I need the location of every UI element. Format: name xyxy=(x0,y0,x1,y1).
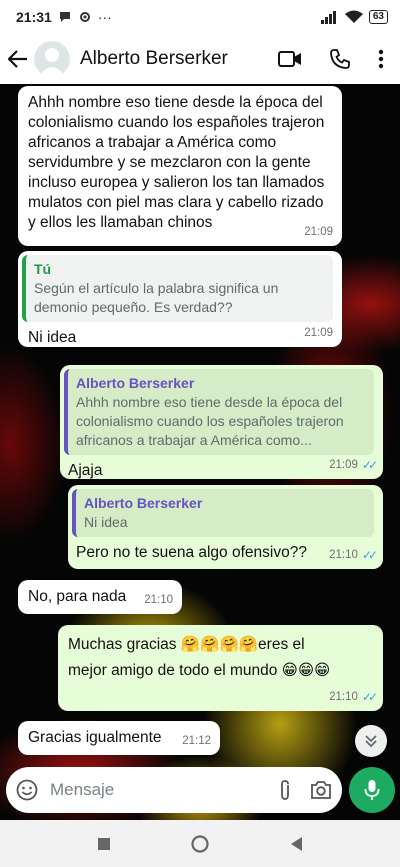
mic-icon xyxy=(364,780,380,800)
notification-icons: ··· xyxy=(58,9,112,25)
message-time: 21:12 xyxy=(182,735,211,747)
quote-text: Ni idea xyxy=(84,514,128,530)
recents-icon[interactable] xyxy=(97,837,111,851)
status-bar: 21:31 ··· 63 xyxy=(0,0,400,34)
paperclip-icon[interactable] xyxy=(278,779,292,801)
message-time: 21:09 xyxy=(329,459,358,471)
message-incoming[interactable]: No, para nada 21:10 xyxy=(18,580,182,614)
default-avatar-icon xyxy=(39,48,65,77)
back-button[interactable] xyxy=(6,47,30,71)
message-time: 21:09 xyxy=(304,226,333,238)
home-icon[interactable] xyxy=(191,834,209,853)
message-text: Muchas gracias 🤗🤗🤗🤗eres el mejor amigo d… xyxy=(68,636,331,679)
system-nav-bar xyxy=(0,820,400,867)
scroll-to-bottom-button[interactable] xyxy=(355,725,387,757)
voice-message-button[interactable] xyxy=(349,767,395,813)
chevron-double-down-icon xyxy=(365,735,377,748)
avatar[interactable] xyxy=(34,41,70,77)
quoted-message[interactable]: Tú Según el artículo la palabra signific… xyxy=(22,255,333,322)
message-time: 21:10 xyxy=(329,549,358,561)
chat-area[interactable]: Ahhh nombre eso tiene desde la época del… xyxy=(0,84,400,820)
arrow-left-icon xyxy=(8,50,27,68)
message-time: 21:10 xyxy=(329,691,358,703)
battery-indicator: 63 xyxy=(368,10,388,24)
status-time: 21:31 xyxy=(16,9,52,25)
message-outgoing[interactable]: Alberto Berserker Ni idea Pero no te sue… xyxy=(68,485,383,569)
message-input-bar[interactable]: Mensaje xyxy=(6,767,342,813)
contact-name[interactable]: Alberto Berserker xyxy=(80,48,228,70)
signal-icon xyxy=(320,10,336,24)
back-nav-icon[interactable] xyxy=(289,836,303,852)
message-input[interactable]: Mensaje xyxy=(50,780,278,800)
message-incoming[interactable]: Ahhh nombre eso tiene desde la época del… xyxy=(18,86,342,246)
message-time: 21:10 xyxy=(144,594,173,606)
quoted-message[interactable]: Alberto Berserker Ni idea xyxy=(72,489,374,537)
phone-icon[interactable] xyxy=(330,49,350,69)
chat-notification-icon xyxy=(59,12,70,22)
message-text: Ahhh nombre eso tiene desde la época del… xyxy=(28,94,325,231)
chat-header: Alberto Berserker xyxy=(0,34,400,84)
emoji-icon[interactable] xyxy=(16,779,38,801)
video-call-icon[interactable] xyxy=(278,50,302,68)
quote-author: Alberto Berserker xyxy=(76,375,195,391)
more-vert-icon[interactable] xyxy=(378,49,384,69)
read-ticks-icon: ✓✓ xyxy=(361,690,378,704)
message-time: 21:09 xyxy=(304,327,333,339)
read-ticks-icon: ✓✓ xyxy=(361,458,378,472)
message-incoming[interactable]: Gracias igualmente 21:12 xyxy=(18,721,220,755)
message-text: Ni idea xyxy=(28,329,77,346)
message-outgoing[interactable]: Alberto Berserker Ahhh nombre eso tiene … xyxy=(60,365,383,479)
message-incoming[interactable]: Tú Según el artículo la palabra signific… xyxy=(18,251,342,347)
message-outgoing[interactable]: Muchas gracias 🤗🤗🤗🤗eres el mejor amigo d… xyxy=(58,625,383,711)
camera-icon[interactable] xyxy=(310,781,332,799)
quote-author: Tú xyxy=(34,261,52,277)
wifi-icon xyxy=(344,10,363,23)
quote-text: Ahhh nombre eso tiene desde la época del… xyxy=(76,394,344,448)
more-notifications-icon: ··· xyxy=(97,9,112,25)
quoted-message[interactable]: Alberto Berserker Ahhh nombre eso tiene … xyxy=(64,369,374,455)
quote-text: Según el artículo la palabra significa u… xyxy=(34,280,279,315)
read-ticks-icon: ✓✓ xyxy=(361,548,378,562)
settings-notification-icon xyxy=(79,12,90,22)
quote-author: Alberto Berserker xyxy=(84,495,203,511)
message-text: Ajaja xyxy=(68,462,103,479)
